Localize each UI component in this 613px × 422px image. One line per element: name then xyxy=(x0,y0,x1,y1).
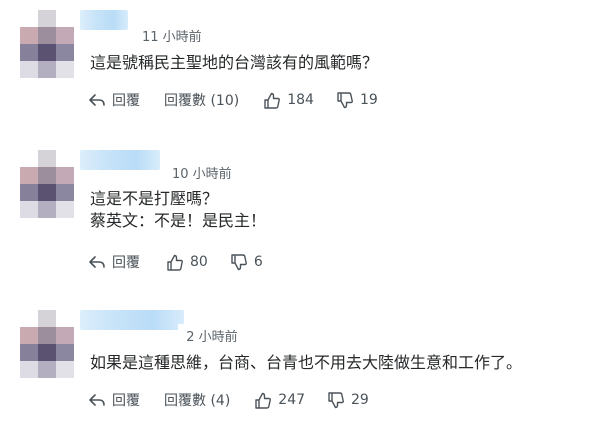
comment-text: 如果是這種思維，台商、台青也不用去大陸做生意和工作了。 xyxy=(90,352,522,374)
reply-button[interactable]: 回覆 xyxy=(88,90,140,110)
comment-actions: 回覆 回覆數 (4) 247 29 xyxy=(88,390,369,410)
like-count: 80 xyxy=(190,254,208,270)
comment-text: 這是不是打壓嗎？ 蔡英文：不是！是民主！ xyxy=(90,188,266,232)
reply-arrow-icon xyxy=(88,92,106,108)
username-blurred[interactable] xyxy=(80,310,184,330)
thumbs-down-icon xyxy=(327,391,345,409)
username-blurred[interactable] xyxy=(80,10,128,30)
username-blurred[interactable] xyxy=(80,150,160,170)
like-button[interactable]: 184 xyxy=(263,92,314,109)
dislike-count: 6 xyxy=(253,254,263,270)
like-button[interactable]: 80 xyxy=(166,254,208,271)
dislike-count: 29 xyxy=(351,392,369,408)
thumbs-down-icon xyxy=(336,91,354,109)
dislike-button[interactable]: 6 xyxy=(230,253,263,271)
thumbs-up-icon xyxy=(254,392,272,409)
comment-timestamp: 12 小時前 xyxy=(178,330,238,345)
dislike-button[interactable]: 19 xyxy=(336,91,378,109)
reply-button[interactable]: 回覆 xyxy=(88,252,140,272)
reply-button[interactable]: 回覆 xyxy=(88,390,140,410)
comment-actions: 回覆 回覆數 (10) 184 19 xyxy=(88,90,378,110)
comment-text: 這是號稱民主聖地的台灣該有的風範嗎？ xyxy=(90,52,378,74)
thumbs-up-icon xyxy=(263,92,281,109)
like-button[interactable]: 247 xyxy=(254,392,305,409)
reply-label: 回覆 xyxy=(112,393,140,409)
replies-count-label: 回覆數 (10) xyxy=(164,93,240,109)
avatar[interactable] xyxy=(20,310,74,378)
comment-actions: 回覆 80 6 xyxy=(88,252,263,272)
replies-count-label: 回覆數 (4) xyxy=(164,393,231,409)
avatar[interactable] xyxy=(20,150,74,218)
thumbs-up-icon xyxy=(166,254,184,271)
reply-arrow-icon xyxy=(88,392,106,408)
comment-timestamp: 10 小時前 xyxy=(172,167,232,182)
reply-label: 回覆 xyxy=(112,255,140,271)
replies-count-button[interactable]: 回覆數 (4) xyxy=(164,390,230,410)
like-count: 247 xyxy=(278,392,306,408)
dislike-button[interactable]: 29 xyxy=(327,391,369,409)
comment-timestamp: 11 小時前 xyxy=(142,30,202,45)
dislike-count: 19 xyxy=(359,92,378,108)
comment-text-line: 這是號稱民主聖地的台灣該有的風範嗎？ xyxy=(90,53,379,72)
like-count: 184 xyxy=(287,92,314,108)
thumbs-down-icon xyxy=(230,253,248,271)
comment-text-line: 這是不是打壓嗎？ xyxy=(90,189,219,208)
comment-text-line: 蔡英文：不是！是民主！ xyxy=(90,211,267,230)
reply-arrow-icon xyxy=(88,254,106,270)
comment-text-line: 如果是這種思維，台商、台青也不用去大陸做生意和工作了。 xyxy=(90,353,523,372)
reply-label: 回覆 xyxy=(112,93,140,109)
replies-count-button[interactable]: 回覆數 (10) xyxy=(164,90,239,110)
avatar[interactable] xyxy=(20,10,74,78)
